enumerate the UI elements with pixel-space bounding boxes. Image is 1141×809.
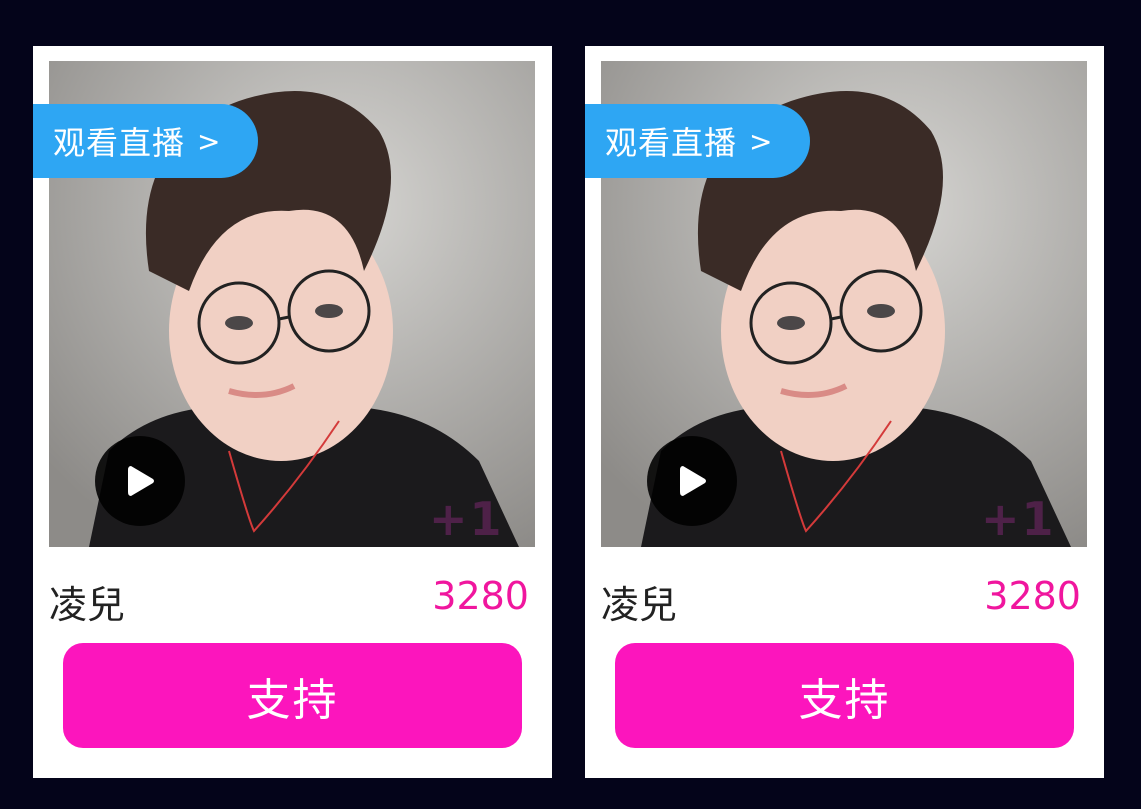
streamer-card[interactable]: 观看直播 > +1 凌兒 3280 支持 (33, 46, 552, 778)
play-icon (680, 466, 706, 496)
watch-live-label: 观看直播 (53, 124, 186, 162)
support-button[interactable]: 支持 (615, 643, 1074, 748)
streamer-card[interactable]: 观看直播 > +1 凌兒 3280 支持 (585, 46, 1104, 778)
page: 观看直播 > +1 凌兒 3280 支持 观看直播 > +1 凌兒 3280 支… (0, 0, 1141, 809)
support-count: 3280 (984, 574, 1081, 618)
watch-live-label: 观看直播 (605, 124, 738, 162)
chevron-right-icon: > (749, 124, 774, 158)
support-count: 3280 (432, 574, 529, 618)
watch-live-button[interactable]: 观看直播 > (585, 104, 810, 178)
streamer-name: 凌兒 (601, 583, 678, 627)
support-button[interactable]: 支持 (63, 643, 522, 748)
watch-live-button[interactable]: 观看直播 > (33, 104, 258, 178)
play-button[interactable] (95, 436, 185, 526)
play-icon (128, 466, 154, 496)
play-button[interactable] (647, 436, 737, 526)
plus-one-badge: +1 (981, 492, 1056, 546)
chevron-right-icon: > (197, 124, 222, 158)
plus-one-badge: +1 (429, 492, 504, 546)
streamer-name: 凌兒 (49, 583, 126, 627)
